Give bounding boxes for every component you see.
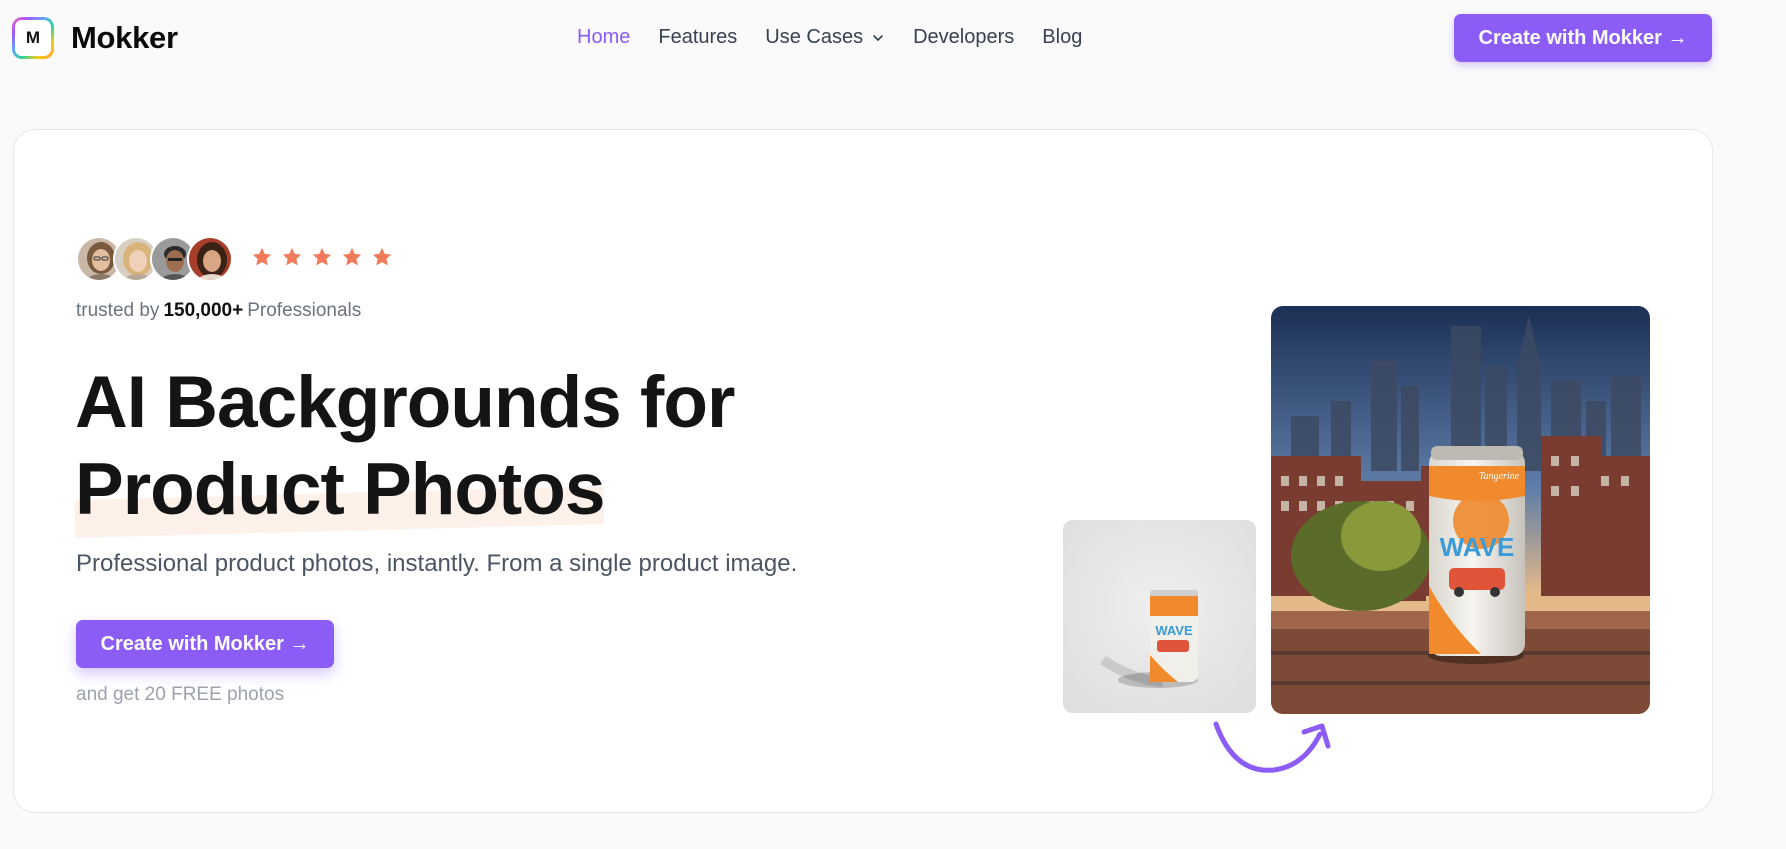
page-title: AI Backgrounds for Product Photos [75,359,735,538]
hero-card: trusted by 150,000+ Professionals AI Backg… [13,129,1713,813]
hero-create-button[interactable]: Create with Mokker → [76,620,334,668]
site-header: M Mokker Home Features Use Cases Develop… [0,0,1786,80]
transform-arrow-icon [1213,721,1331,773]
headline-line-1: AI Backgrounds for [75,362,735,443]
can-brand-text-large: WAVE [1440,532,1515,562]
brand-name: Mokker [71,20,178,55]
product-photo-after: WAVE Tangerine [1271,306,1650,714]
user-avatars [76,236,233,282]
star-icon [312,247,332,266]
product-photo-before: WAVE [1063,520,1256,713]
nav-item-use-cases[interactable]: Use Cases [765,26,885,49]
trusted-count: 150,000+ [163,300,244,321]
star-icon [282,247,302,266]
can-flavor-text: Tangerine [1479,471,1520,482]
avatar [187,236,233,282]
chevron-down-icon [873,34,883,41]
hero-subheadline: Professional product photos, instantly. … [76,550,798,577]
rating-stars [251,246,401,268]
headline-line-2: Product Photos [75,446,605,538]
main-nav: Home Features Use Cases Developers Blog [577,26,1110,49]
header-create-button[interactable]: Create with Mokker → [1454,14,1712,62]
free-photos-note: and get 20 FREE photos [76,684,285,705]
star-icon [372,247,392,266]
trusted-suffix: Professionals [247,300,362,321]
nav-item-home[interactable]: Home [577,26,630,49]
star-icon [342,247,362,266]
trusted-by-text: trusted by 150,000+ Professionals [76,300,361,322]
headline-line-2-text: Product Photos [75,449,605,530]
nav-item-blog[interactable]: Blog [1042,26,1082,49]
star-icon [252,247,272,266]
trusted-prefix: trusted by [76,300,160,321]
logo[interactable]: M Mokker [12,17,178,59]
can-brand-text: WAVE [1155,623,1193,638]
nav-item-use-cases-label: Use Cases [765,26,864,48]
nav-item-developers[interactable]: Developers [913,26,1014,49]
logo-letter: M [15,20,51,56]
nav-item-features[interactable]: Features [658,26,737,49]
logo-icon: M [12,17,54,59]
